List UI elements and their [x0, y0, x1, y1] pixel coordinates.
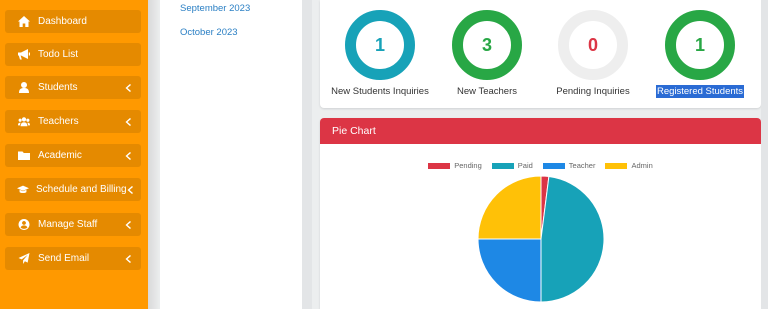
pie-slice-teacher[interactable] [477, 238, 542, 303]
column-divider [302, 0, 312, 309]
sidebar-item-label: Todo List [38, 49, 79, 60]
sidebar-item-send-email[interactable]: Send Email [5, 247, 141, 270]
stat-ring: 3 [452, 10, 522, 80]
stat-value: 0 [587, 34, 598, 55]
stats-card: 1 New Students Inquiries 3 New Teachers … [320, 0, 761, 108]
sidebar-item-label: Send Email [38, 253, 90, 264]
sidebar: Dashboard Todo List Students Teachers Ac… [0, 0, 148, 309]
legend-swatch [428, 162, 451, 169]
user-icon [17, 82, 31, 94]
sidebar-item-students[interactable]: Students [5, 76, 141, 99]
sidebar-item-academic[interactable]: Academic [5, 144, 141, 167]
stat-label: New Students Inquiries [331, 86, 429, 97]
paper-plane-icon [17, 253, 31, 265]
selected-text: Registered Students [655, 85, 745, 98]
pie-slice-paid[interactable] [540, 175, 605, 303]
sidebar-item-label: Teachers [38, 116, 79, 127]
stat-pending-inquiries: 0 Pending Inquiries [533, 10, 643, 105]
bullhorn-icon [17, 49, 31, 61]
folder-icon [17, 150, 31, 162]
stat-label: Pending Inquiries [556, 86, 630, 97]
stat-ring: 1 [345, 10, 415, 80]
sidebar-item-label: Manage Staff [38, 219, 98, 230]
legend-item[interactable]: Pending [428, 161, 482, 170]
legend-item[interactable]: Paid [491, 161, 533, 170]
stat-ring: 0 [558, 10, 628, 80]
pie-slice-admin[interactable] [477, 175, 542, 240]
month-link-october-2023[interactable]: October 2023 [180, 27, 238, 38]
stat-registered-students: 1 Registered Students [640, 10, 750, 105]
sidebar-item-label: Schedule and Billing [36, 184, 127, 195]
pie-chart [477, 175, 605, 303]
sidebar-shadow [148, 0, 160, 309]
stat-value: 1 [694, 34, 705, 55]
legend-label: Teacher [568, 161, 596, 170]
pie-chart-header: Pie Chart [320, 118, 761, 144]
month-list: September 2023 October 2023 [160, 0, 302, 309]
pie-chart-card: Pie Chart Pending Paid Teacher Admin [320, 118, 761, 309]
home-icon [17, 16, 31, 28]
sidebar-item-label: Dashboard [38, 16, 87, 27]
legend-label: Paid [517, 161, 533, 170]
user-circle-icon [17, 219, 31, 231]
month-link-september-2023[interactable]: September 2023 [180, 3, 250, 14]
chevron-left-icon [127, 185, 133, 195]
legend-item[interactable]: Teacher [542, 161, 596, 170]
stat-label: New Teachers [456, 86, 518, 97]
stat-new-teachers: 3 New Teachers [427, 10, 537, 105]
legend-label: Pending [454, 161, 482, 170]
sidebar-item-dashboard[interactable]: Dashboard [5, 10, 141, 33]
sidebar-item-manage-staff[interactable]: Manage Staff [5, 213, 141, 236]
sidebar-item-label: Academic [38, 150, 82, 161]
chevron-left-icon [124, 83, 132, 93]
stat-new-students-inquiries: 1 New Students Inquiries [320, 10, 430, 105]
chevron-left-icon [124, 117, 132, 127]
pie-chart-title: Pie Chart [332, 125, 376, 137]
legend-swatch [491, 162, 514, 169]
stat-value: 1 [374, 34, 385, 55]
stat-value: 3 [481, 34, 492, 55]
legend-label: Admin [631, 161, 653, 170]
legend-item[interactable]: Admin [605, 161, 653, 170]
graduation-cap-icon [17, 184, 29, 196]
chevron-left-icon [124, 254, 132, 264]
chevron-left-icon [124, 220, 132, 230]
chevron-left-icon [124, 151, 132, 161]
users-icon [17, 116, 31, 128]
sidebar-item-schedule-and-billing[interactable]: Schedule and Billing [5, 178, 141, 201]
sidebar-item-teachers[interactable]: Teachers [5, 110, 141, 133]
stat-ring: 1 [665, 10, 735, 80]
chart-legend: Pending Paid Teacher Admin [320, 161, 761, 170]
stat-label: Registered Students [640, 85, 760, 98]
legend-swatch [605, 162, 628, 169]
page-edge [761, 0, 768, 309]
sidebar-item-label: Students [38, 82, 78, 93]
sidebar-item-todo-list[interactable]: Todo List [5, 43, 141, 66]
legend-swatch [542, 162, 565, 169]
